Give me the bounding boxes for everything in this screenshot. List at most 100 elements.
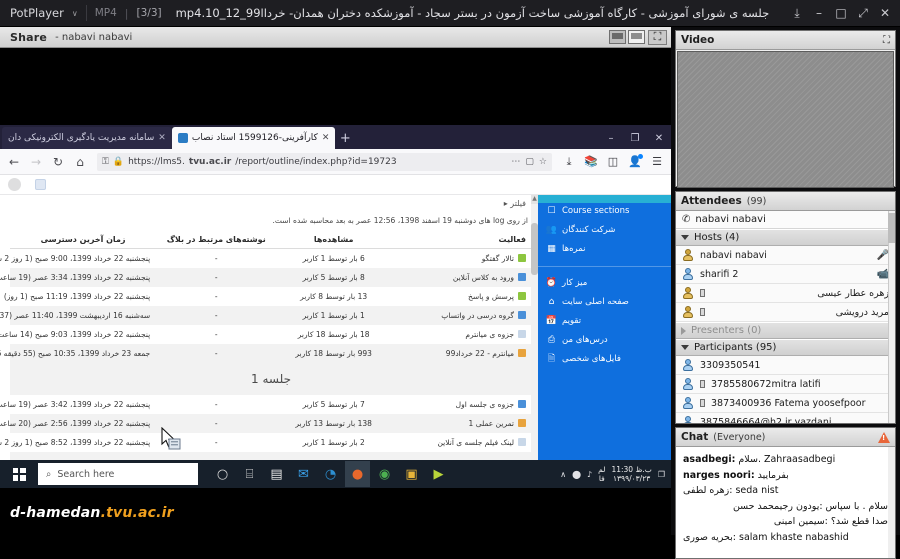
attendee-row[interactable]: sharifi 2 📹	[676, 265, 895, 284]
screen-view-fit-icon[interactable]	[628, 30, 645, 44]
tray-expand-icon[interactable]: ∧	[560, 470, 566, 479]
chevron-right-icon[interactable]	[681, 326, 686, 335]
scroll-up-arrow-icon[interactable]: ▲	[531, 195, 538, 204]
attendee-row[interactable]: 3785580672mitra latifi	[676, 375, 895, 394]
scrollbar-thumb[interactable]	[531, 223, 538, 275]
sidebar-item-calendar[interactable]: 📅 تقویم	[546, 311, 663, 330]
sidebar-item-course-sections[interactable]: ☐ Course sections	[546, 201, 663, 220]
activity-link[interactable]: میانترم - 22 خرداد99	[446, 349, 514, 358]
tab-close-icon[interactable]: ✕	[158, 133, 166, 143]
browser-close-icon[interactable]: ✕	[647, 127, 671, 149]
video-feed-area[interactable]	[677, 51, 894, 188]
sidebar-item-site-home[interactable]: ⌂ صفحه اصلی سایت	[546, 292, 663, 311]
sidebar-item-my-courses[interactable]: ⎙ درس‌های من	[546, 330, 663, 349]
activity-link[interactable]: پرسش و پاسخ	[468, 292, 514, 301]
table-row[interactable]: میانترم - 22 خرداد99 993 بار توسط 18 کارب…	[0, 344, 532, 363]
edge-button[interactable]: ◔	[318, 461, 343, 487]
potplayer-menu-caret-icon[interactable]: ∨	[72, 9, 78, 18]
task-view-button[interactable]: ⌸	[237, 461, 262, 487]
maximize-icon[interactable]: □	[830, 2, 852, 24]
home-icon[interactable]: ⌂	[71, 153, 89, 171]
activity-link[interactable]: جزوه ی جلسه اول	[456, 400, 514, 409]
warning-icon[interactable]	[878, 431, 890, 443]
minimize-icon[interactable]: –	[808, 2, 830, 24]
attendee-row[interactable]: 3875846664@h2.ir yazdani	[676, 413, 895, 423]
attendee-row[interactable]: مرید درویشی	[676, 303, 895, 322]
volume-icon[interactable]: ♪	[587, 470, 592, 479]
activity-cell[interactable]: ورود به کلاس آنلاین	[391, 268, 532, 287]
clock[interactable]: 11:30 ب.ظ ۱۳۹۹/۰۳/۲۳	[611, 465, 651, 483]
activity-link[interactable]: لینک فیلم جلسه ی آنلاین	[437, 438, 514, 447]
activity-cell[interactable]: جزوه ی میانترم	[391, 325, 532, 344]
table-row[interactable]: جزوه ی میانترم 18 بار توسط 18 کاربر - پنجشن…	[0, 325, 532, 344]
store-button[interactable]: ▤	[264, 461, 289, 487]
pin-icon[interactable]: ⤓	[786, 2, 808, 24]
attendee-group-header[interactable]: Participants (95)	[676, 339, 895, 356]
fullscreen-icon[interactable]: ⛶	[648, 29, 667, 45]
table-row[interactable]: جزوه ی جلسه اول 7 بار توسط 5 کاربر - پنجشنب…	[0, 395, 532, 414]
close-icon[interactable]: ✕	[874, 2, 896, 24]
tab-close-icon[interactable]: ✕	[322, 133, 330, 143]
activity-cell[interactable]: لینک فیلم جلسه ی آنلاین	[391, 433, 532, 452]
table-row[interactable]: تالار گفتگو 6 بار توسط 1 کاربر - پنجشنبه 22…	[0, 249, 532, 269]
activity-cell[interactable]: تالار گفتگو	[391, 249, 532, 269]
firefox-button[interactable]: ●	[345, 461, 370, 487]
attendee-self-row[interactable]: ✆ nabavi nabavi	[676, 211, 895, 229]
new-tab-button[interactable]: +	[335, 127, 355, 149]
file-explorer-button[interactable]: ▣	[399, 461, 424, 487]
table-row[interactable]: لینک فیلم جلسه ی آنلاین 2 بار توسط 1 کارب…	[0, 433, 532, 452]
table-row[interactable]: پرسش و پاسخ 13 بار توسط 8 کاربر - پنجشنبه 2…	[4, 287, 532, 306]
forward-icon[interactable]: →	[27, 153, 45, 171]
attendee-row[interactable]: nabavi nabavi 🎤	[676, 246, 895, 265]
attendees-scroll-thumb[interactable]	[888, 213, 895, 243]
mail-button[interactable]: ✉	[291, 461, 316, 487]
attendee-row[interactable]: 3309350541	[676, 356, 895, 375]
account-icon[interactable]: 👤	[626, 153, 644, 171]
microphone-icon[interactable]: ⬤	[572, 470, 581, 479]
restore-icon[interactable]: ⤢	[852, 2, 874, 24]
reload-icon[interactable]: ↻	[49, 153, 67, 171]
chevron-down-icon[interactable]	[681, 235, 689, 240]
page-scrollbar[interactable]: ▲ ▼	[531, 195, 538, 487]
chat-message-list[interactable]: asadbegi: سلام. Zahraasadbegi narges noor…	[676, 447, 895, 558]
address-bar[interactable]: ⚿ 🔒 https://lms5. tvu.ac.ir/report/outlin…	[97, 152, 552, 171]
activity-link[interactable]: تالار گفتگو	[482, 254, 514, 263]
table-row[interactable]: تمرین عملی 1 138 بار توسط 13 کاربر - پنجشنب…	[0, 414, 532, 433]
bookmark-item-icon[interactable]	[35, 179, 46, 190]
activity-cell[interactable]: جزوه ی جلسه اول	[391, 395, 532, 414]
attendee-row[interactable]: زهره عطار عیسی	[676, 284, 895, 303]
shield-icon[interactable]: ⚿	[102, 157, 109, 167]
sidebar-item-private-files[interactable]: 🗎 فایل‌های شخصی	[546, 349, 663, 368]
lock-icon[interactable]: 🔒	[113, 157, 124, 167]
attendee-row[interactable]: 3873400936 Fatema yoosefpoor	[676, 394, 895, 413]
library-icon[interactable]: 📚	[582, 153, 600, 171]
activity-cell[interactable]: گروه درسی در واتساپ	[391, 306, 532, 325]
chevron-down-icon[interactable]	[681, 345, 689, 350]
fullscreen-icon[interactable]: ⛶	[883, 35, 890, 46]
table-row[interactable]: گروه درسی در واتساپ 1 بار توسط 1 کاربر - سه…	[0, 306, 532, 325]
bookmark-star-icon[interactable]: ☆	[539, 157, 547, 167]
screen-view-normal-icon[interactable]	[609, 30, 626, 44]
attendee-group-header[interactable]: Hosts (4)	[676, 229, 895, 246]
browser-tab-0[interactable]: ✕ سامانه مدیریت یادگیری الکترونیکی دان	[2, 127, 172, 149]
back-icon[interactable]: ←	[5, 153, 23, 171]
sidebar-item-dashboard[interactable]: ⏰ میز کار	[546, 273, 663, 292]
browser-minimize-icon[interactable]: –	[599, 127, 623, 149]
language-indicator[interactable]: لم فا	[598, 465, 605, 483]
activity-link[interactable]: ورود به کلاس آنلاین	[453, 273, 514, 282]
activity-cell[interactable]: میانترم - 22 خرداد99	[391, 344, 532, 363]
sidebar-item-grades[interactable]: ▦ نمره‌ها	[546, 239, 663, 258]
start-button[interactable]	[0, 460, 38, 488]
attendees-scrollbar[interactable]	[888, 211, 895, 423]
reader-mode-icon[interactable]: ▢	[525, 157, 534, 167]
activity-cell[interactable]: تمرین عملی 1	[391, 414, 532, 433]
sidebar-icon[interactable]: ◫	[604, 153, 622, 171]
potplayer-button[interactable]: ▶	[426, 461, 451, 487]
taskbar-search-input[interactable]: ⌕ Search here	[38, 463, 198, 485]
chrome-button[interactable]: ◉	[372, 461, 397, 487]
filter-toggle[interactable]: فیلتر ▸	[10, 195, 532, 210]
action-center-icon[interactable]: ❐	[658, 470, 665, 479]
table-row[interactable]: ورود به کلاس آنلاین 8 بار توسط 5 کاربر - پن…	[0, 268, 532, 287]
browser-restore-icon[interactable]: ❐	[623, 127, 647, 149]
chat-scrollbar[interactable]	[888, 447, 895, 558]
